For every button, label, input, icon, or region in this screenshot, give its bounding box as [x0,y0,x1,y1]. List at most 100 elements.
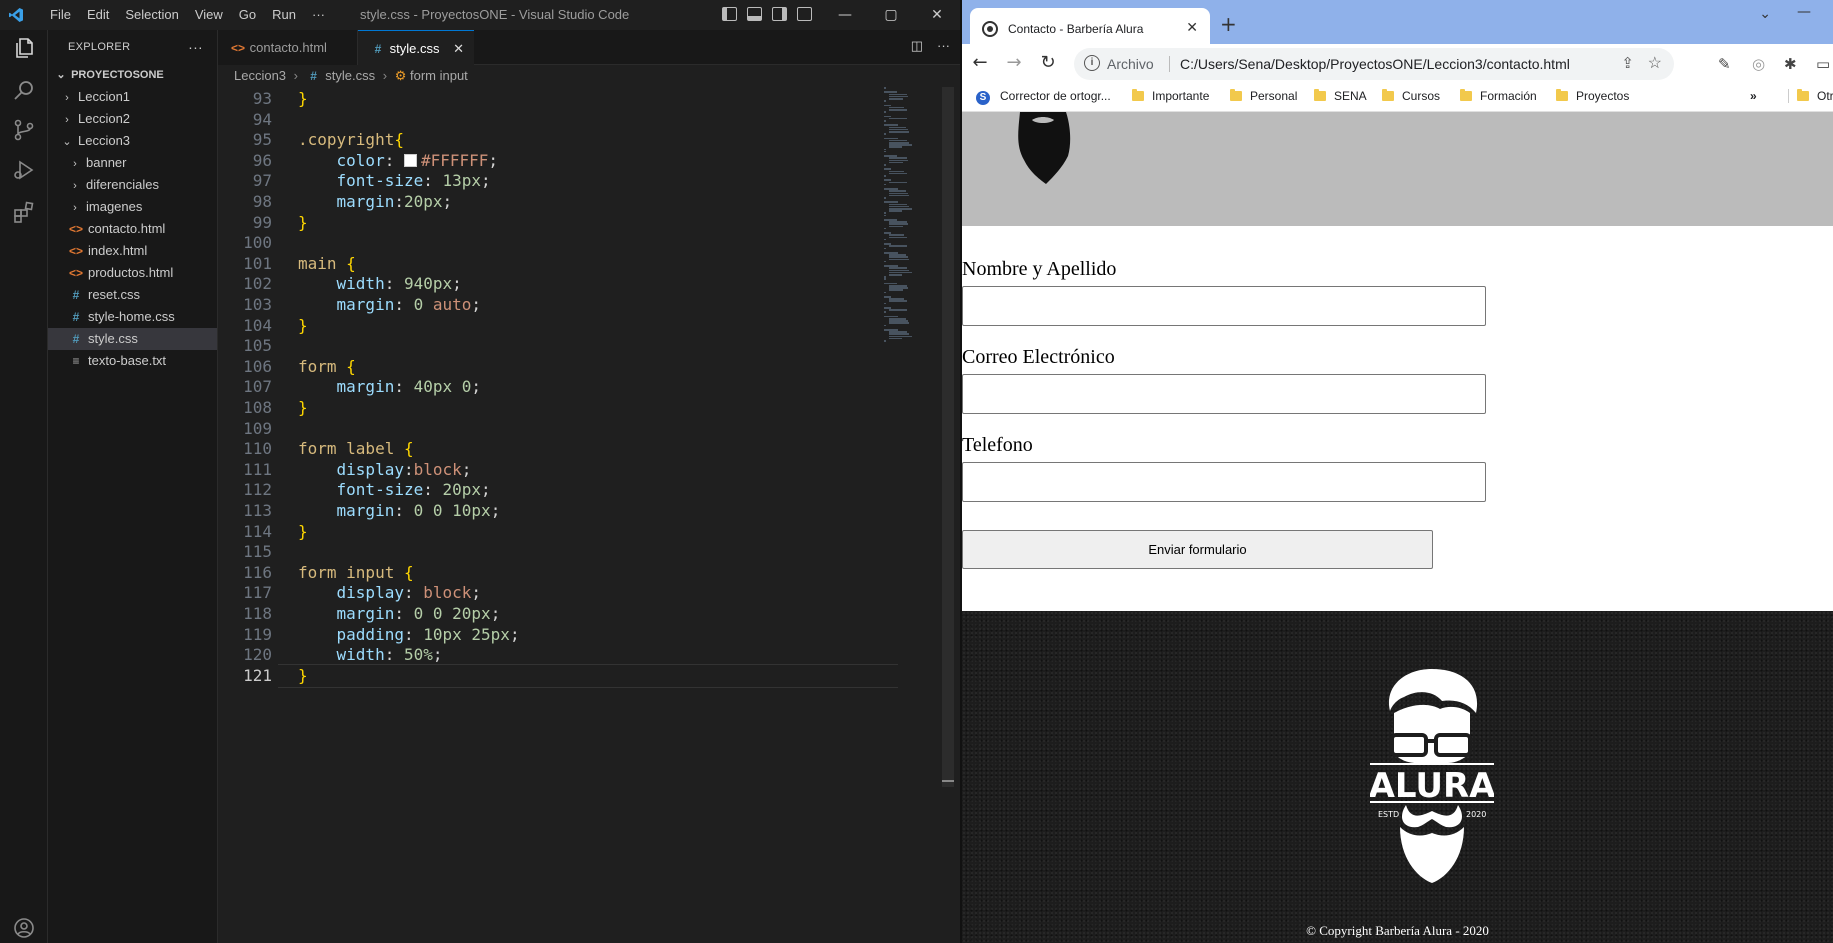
code-text: } [298,665,308,685]
bookmark-importante[interactable]: Importante [1132,89,1209,103]
more-bookmarks-button[interactable]: » [1750,89,1757,103]
toggle-primary-sidebar-icon[interactable] [722,7,737,21]
menu-view[interactable]: View [187,7,231,22]
tree-file[interactable]: ≡ texto-base.txt [48,350,217,372]
security-chip[interactable]: Archivo [1107,56,1154,72]
menu-selection[interactable]: Selection [117,7,186,22]
close-tab-icon[interactable]: ✕ [453,31,464,66]
new-tab-icon[interactable]: + [1220,12,1237,36]
editor-scrollbar[interactable] [942,87,954,787]
bookmark-label: Personal [1250,89,1298,103]
html-file-icon: <> [68,222,83,236]
explorer-icon[interactable] [12,36,36,60]
name-input[interactable] [962,286,1486,326]
bookmark-personal[interactable]: Personal [1230,89,1297,103]
tab-contacto-html[interactable]: <> contacto.html [218,30,358,65]
menu-more[interactable]: ··· [304,7,333,22]
folder-icon [1314,89,1326,101]
workspace-root[interactable]: ⌄ PROYECTOSONE [48,64,217,86]
bookmark-star-icon[interactable]: ☆ [1648,53,1662,73]
html-file-icon: <> [68,266,83,280]
chevron-right-icon: › [73,158,77,170]
explorer-more-icon[interactable]: ··· [188,30,203,64]
tree-file[interactable]: <> index.html [48,240,217,262]
site-info-icon[interactable]: i [1084,55,1100,71]
run-and-debug-icon[interactable] [12,158,36,182]
bookmark-label: SENA [1334,89,1367,103]
tree-folder[interactable]: › Leccion2 [48,108,217,130]
email-input[interactable] [962,374,1486,414]
s-icon: S [976,91,990,105]
eyedropper-extension-icon[interactable]: ✎ [1718,55,1731,73]
email-label: Correo Electrónico [962,346,1115,368]
layout-controls [722,7,812,21]
tree-item-label: Leccion1 [78,89,131,104]
folder-icon [1556,89,1568,101]
tree-folder[interactable]: › diferenciales [48,174,217,196]
back-icon[interactable]: ← [968,52,992,73]
toggle-panel-icon[interactable] [747,7,762,21]
tab-style-css[interactable]: # style.css ✕ [358,30,474,65]
minimap-line [884,260,886,263]
tree-file[interactable]: # style.css [48,328,217,350]
minimap-line [888,337,902,340]
bookmark-corrector[interactable]: S Corrector de ortogr... [976,89,1111,105]
menu-go[interactable]: Go [231,7,264,22]
share-icon[interactable]: ⇪ [1621,54,1634,72]
toggle-secondary-sidebar-icon[interactable] [772,7,787,21]
color-swatch[interactable] [403,153,417,167]
extension-icon[interactable]: ◎ [1752,55,1765,73]
breadcrumb-symbol[interactable]: form input [410,68,468,83]
customize-layout-icon[interactable] [797,7,812,21]
omnibox-divider [1169,56,1170,72]
breadcrumb-folder[interactable]: Leccion3 [234,68,286,83]
reload-icon[interactable]: ↻ [1036,52,1060,73]
url-text[interactable]: C:/Users/Sena/Desktop/ProyectosONE/Lecci… [1180,56,1570,72]
bookmark-sena[interactable]: SENA [1314,89,1367,103]
menu-file[interactable]: File [42,7,79,22]
tree-file[interactable]: <> productos.html [48,262,217,284]
html-file-icon: <> [230,41,245,55]
tree-file[interactable]: <> contacto.html [48,218,217,240]
minimap-line [884,120,886,122]
side-panel-icon[interactable]: ▭ [1816,55,1830,73]
tab-search-chevron-icon[interactable]: ⌄ [1759,6,1771,22]
menu-run[interactable]: Run [264,7,304,22]
minimap-line [884,197,886,199]
forward-icon[interactable]: → [1002,52,1026,73]
extensions-puzzle-icon[interactable]: ✱ [1784,55,1797,73]
close-tab-icon[interactable]: ✕ [1186,19,1198,36]
split-editor-icon[interactable]: ◫ [911,38,923,54]
accounts-icon[interactable] [12,916,36,940]
close-window-button[interactable]: ✕ [914,0,960,30]
chevron-down-icon: ⌄ [62,136,72,148]
bookmark-otros[interactable]: Otro [1788,89,1833,103]
editor-more-icon[interactable]: ··· [937,38,950,54]
minimap[interactable] [884,87,944,347]
minimap-line [884,238,886,241]
tree-folder[interactable]: › Leccion1 [48,86,217,108]
search-icon[interactable] [12,78,36,102]
tree-item-label: reset.css [88,287,141,302]
code-editor[interactable]: 93} 94 95 .copyright{96 color: #FFFFFF; 97 f… [218,87,960,943]
submit-button[interactable]: Enviar formulario [962,530,1433,569]
tree-file[interactable]: # style-home.css [48,306,217,328]
menu-edit[interactable]: Edit [79,7,117,22]
maximize-button[interactable]: ▢ [868,0,914,30]
minimize-icon[interactable]: — [1797,4,1811,20]
code-line[interactable]: 121} [218,664,878,688]
tree-folder[interactable]: ⌄ Leccion3 [48,130,217,152]
minimize-button[interactable]: — [822,0,868,30]
bookmark-formacion[interactable]: Formación [1460,89,1537,103]
bookmark-cursos[interactable]: Cursos [1382,89,1440,103]
minimap-line [884,87,886,89]
source-control-icon[interactable] [12,118,36,142]
tree-folder[interactable]: › imagenes [48,196,217,218]
tree-folder[interactable]: › banner [48,152,217,174]
phone-input[interactable] [962,462,1486,502]
address-bar[interactable]: i Archivo C:/Users/Sena/Desktop/Proyecto… [1074,48,1674,80]
breadcrumb-file[interactable]: style.css [325,68,375,83]
bookmark-proyectos[interactable]: Proyectos [1556,89,1629,103]
tree-file[interactable]: # reset.css [48,284,217,306]
extensions-icon[interactable] [12,200,36,224]
